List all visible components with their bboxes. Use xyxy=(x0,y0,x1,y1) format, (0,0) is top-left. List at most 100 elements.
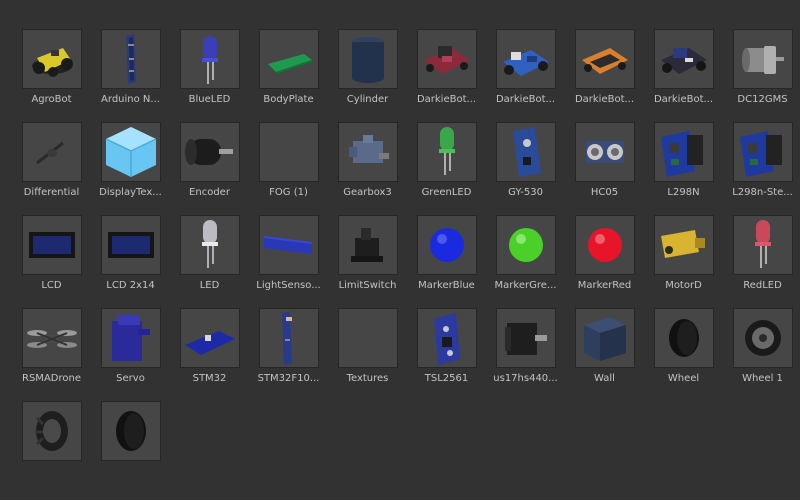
asset-item[interactable]: RSMADrone xyxy=(12,308,91,401)
asset-thumbnail[interactable] xyxy=(100,122,161,182)
asset-thumbnail[interactable] xyxy=(337,122,398,182)
empty-thumbnail xyxy=(339,309,397,367)
asset-item[interactable]: Wheel xyxy=(644,308,723,401)
asset-thumbnail[interactable] xyxy=(179,122,240,182)
asset-item[interactable]: DC12GMS xyxy=(723,29,800,122)
asset-thumbnail[interactable] xyxy=(495,308,556,368)
asset-thumbnail[interactable] xyxy=(574,122,635,182)
asset-thumbnail[interactable] xyxy=(732,308,793,368)
asset-item[interactable]: Cylinder xyxy=(328,29,407,122)
asset-thumbnail[interactable] xyxy=(337,308,398,368)
asset-item[interactable]: MotorD xyxy=(644,215,723,308)
asset-item[interactable]: DarkieBot... xyxy=(565,29,644,122)
agrobot-icon xyxy=(31,48,73,77)
asset-thumbnail[interactable] xyxy=(337,29,398,89)
asset-thumbnail[interactable] xyxy=(100,29,161,89)
asset-thumbnail[interactable] xyxy=(495,215,556,275)
asset-label: Cylinder xyxy=(346,94,389,105)
asset-thumbnail[interactable] xyxy=(100,215,161,275)
asset-item[interactable]: DarkieBot... xyxy=(486,29,565,122)
asset-thumbnail[interactable] xyxy=(416,122,477,182)
asset-thumbnail[interactable] xyxy=(495,29,556,89)
asset-item[interactable]: Gearbox3 xyxy=(328,122,407,215)
stepper-motor-icon xyxy=(504,323,547,355)
asset-thumbnail[interactable] xyxy=(653,29,714,89)
asset-thumbnail[interactable] xyxy=(653,122,714,182)
asset-item[interactable]: Arduino N... xyxy=(91,29,170,122)
asset-thumbnail[interactable] xyxy=(732,122,793,182)
asset-item[interactable]: TSL2561 xyxy=(407,308,486,401)
asset-thumbnail[interactable] xyxy=(337,215,398,275)
asset-thumbnail[interactable] xyxy=(258,215,319,275)
asset-item[interactable]: MarkerRed xyxy=(565,215,644,308)
asset-item[interactable]: Differential xyxy=(12,122,91,215)
servo-icon xyxy=(111,315,150,361)
asset-item[interactable]: LCD 2x14 xyxy=(91,215,170,308)
asset-item[interactable]: Wall xyxy=(565,308,644,401)
asset-item[interactable] xyxy=(91,401,170,494)
asset-thumbnail[interactable] xyxy=(574,29,635,89)
light-sensor-bar-icon xyxy=(263,236,312,254)
asset-item[interactable]: DarkieBot... xyxy=(644,29,723,122)
asset-thumbnail[interactable] xyxy=(21,215,82,275)
asset-label: MarkerRed xyxy=(577,280,632,291)
dc-motor-icon xyxy=(741,46,784,74)
asset-thumbnail[interactable] xyxy=(416,308,477,368)
asset-item[interactable]: MarkerGre... xyxy=(486,215,565,308)
asset-item[interactable]: L298n-Ste... xyxy=(723,122,800,215)
asset-item[interactable]: LimitSwitch xyxy=(328,215,407,308)
asset-item[interactable]: Wheel 1 xyxy=(723,308,800,401)
asset-thumbnail[interactable] xyxy=(653,215,714,275)
asset-item[interactable]: BlueLED xyxy=(170,29,249,122)
asset-thumbnail[interactable] xyxy=(21,401,82,461)
asset-item[interactable]: Textures xyxy=(328,308,407,401)
asset-thumbnail[interactable] xyxy=(495,122,556,182)
asset-item[interactable]: RedLED xyxy=(723,215,800,308)
asset-item[interactable]: BodyPlate xyxy=(249,29,328,122)
asset-item[interactable]: L298N xyxy=(644,122,723,215)
asset-item[interactable]: LCD xyxy=(12,215,91,308)
asset-item[interactable]: LightSenso... xyxy=(249,215,328,308)
white-led-icon xyxy=(201,220,218,268)
asset-thumbnail[interactable] xyxy=(574,308,635,368)
asset-thumbnail[interactable] xyxy=(574,215,635,275)
asset-item[interactable]: GreenLED xyxy=(407,122,486,215)
asset-item[interactable]: GY-530 xyxy=(486,122,565,215)
asset-thumbnail[interactable] xyxy=(258,308,319,368)
asset-item[interactable]: HC05 xyxy=(565,122,644,215)
asset-thumbnail[interactable] xyxy=(416,29,477,89)
asset-thumbnail[interactable] xyxy=(21,29,82,89)
asset-item[interactable] xyxy=(12,401,91,494)
asset-thumbnail[interactable] xyxy=(732,215,793,275)
asset-label: HC05 xyxy=(590,187,619,198)
asset-label: RSMADrone xyxy=(22,373,81,384)
tire-icon xyxy=(115,411,146,451)
asset-thumbnail[interactable] xyxy=(179,308,240,368)
asset-thumbnail[interactable] xyxy=(21,122,82,182)
asset-item[interactable]: STM32 xyxy=(170,308,249,401)
asset-thumbnail[interactable] xyxy=(258,122,319,182)
asset-thumbnail[interactable] xyxy=(416,215,477,275)
asset-item[interactable]: MarkerBlue xyxy=(407,215,486,308)
asset-item[interactable]: LED xyxy=(170,215,249,308)
motor-driver-icon xyxy=(739,131,782,177)
asset-thumbnail[interactable] xyxy=(100,401,161,461)
asset-label: MarkerBlue xyxy=(418,280,475,291)
asset-item[interactable]: Encoder xyxy=(170,122,249,215)
asset-item[interactable]: us17hs440... xyxy=(486,308,565,401)
asset-item[interactable]: FOG (1) xyxy=(249,122,328,215)
asset-item[interactable]: STM32F10... xyxy=(249,308,328,401)
asset-item[interactable]: AgroBot xyxy=(12,29,91,122)
asset-thumbnail[interactable] xyxy=(732,29,793,89)
asset-item[interactable]: DarkieBot... xyxy=(407,29,486,122)
asset-thumbnail[interactable] xyxy=(653,308,714,368)
asset-thumbnail[interactable] xyxy=(179,215,240,275)
asset-item[interactable]: DisplayTex... xyxy=(91,122,170,215)
asset-thumbnail[interactable] xyxy=(100,308,161,368)
asset-label: DarkieBot... xyxy=(574,94,635,105)
asset-item[interactable]: Servo xyxy=(91,308,170,401)
asset-thumbnail[interactable] xyxy=(179,29,240,89)
asset-thumbnail[interactable] xyxy=(258,29,319,89)
asset-thumbnail[interactable] xyxy=(21,308,82,368)
red-robot-icon xyxy=(423,46,470,74)
